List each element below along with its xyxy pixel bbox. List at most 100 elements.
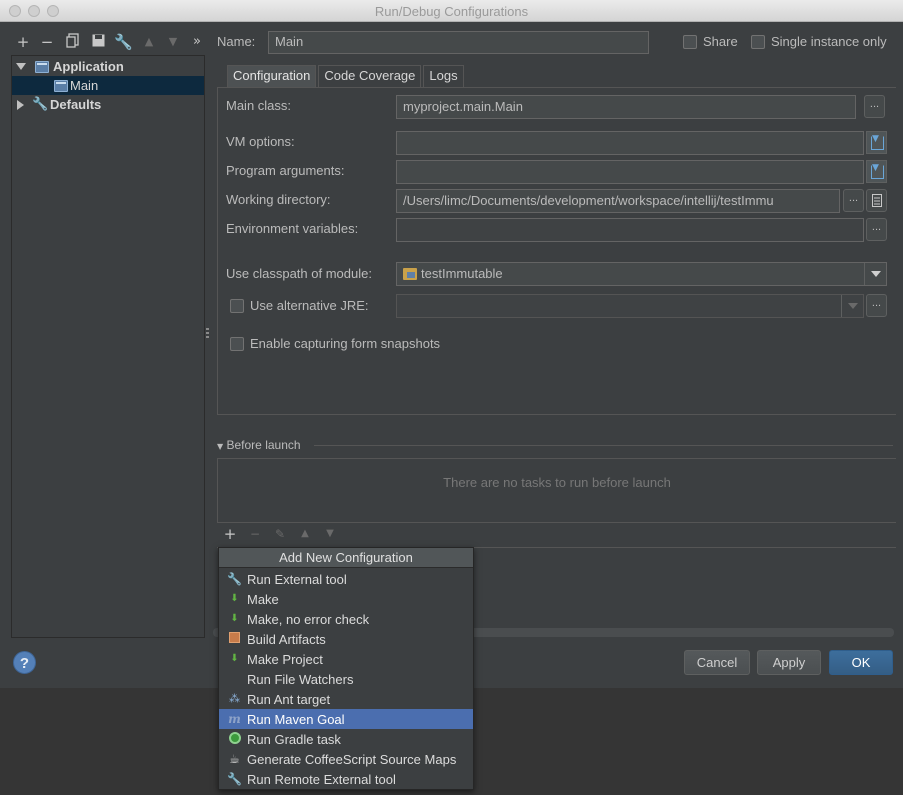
- title-bar: Run/Debug Configurations: [0, 0, 903, 22]
- classpath-label: Use classpath of module:: [226, 266, 372, 281]
- tree-item-defaults[interactable]: 🔧 Defaults: [12, 95, 204, 114]
- snapshots-label: Enable capturing form snapshots: [250, 336, 441, 351]
- working-dir-label: Working directory:: [226, 192, 331, 207]
- vm-options-input[interactable]: [396, 131, 864, 155]
- coffee-icon: ☕: [229, 752, 240, 766]
- before-launch-header[interactable]: ▼ Before launch: [217, 438, 301, 452]
- more-actions-button[interactable]: »: [188, 33, 206, 51]
- edit-task-button[interactable]: ✎: [272, 526, 288, 542]
- collapse-arrow-icon[interactable]: [17, 99, 24, 110]
- popup-item-run-remote-external-tool[interactable]: 🔧 Run Remote External tool: [219, 769, 473, 789]
- copy-configuration-button[interactable]: [64, 33, 82, 51]
- remove-configuration-button[interactable]: −: [38, 33, 56, 51]
- help-button[interactable]: ?: [13, 651, 36, 674]
- remove-task-button[interactable]: −: [247, 526, 263, 542]
- cancel-button[interactable]: Cancel: [684, 650, 750, 675]
- ok-button[interactable]: OK: [829, 650, 893, 675]
- tab-code-coverage[interactable]: Code Coverage: [318, 65, 422, 87]
- popup-item-make[interactable]: ⬇ Make: [219, 589, 473, 609]
- classpath-module-value: testImmutable: [421, 266, 503, 281]
- save-icon: [92, 34, 104, 47]
- move-task-up-button[interactable]: ▲: [297, 526, 313, 542]
- program-args-expand-button[interactable]: [866, 160, 887, 183]
- application-icon: [54, 79, 68, 92]
- popup-item-run-gradle-task[interactable]: Run Gradle task: [219, 729, 473, 749]
- configuration-tree: Application Main 🔧 Defaults: [11, 55, 205, 638]
- single-instance-checkbox[interactable]: [751, 35, 765, 49]
- arrow-down-icon: ▼: [168, 35, 178, 48]
- tree-item-label: Main: [70, 78, 99, 93]
- working-dir-input[interactable]: /Users/limc/Documents/development/worksp…: [396, 189, 840, 213]
- popup-item-run-external-tool[interactable]: 🔧 Run External tool: [219, 569, 473, 589]
- arrow-up-icon: ▲: [144, 35, 154, 48]
- main-class-input[interactable]: myproject.main.Main: [396, 95, 856, 119]
- env-vars-browse-button[interactable]: ...: [866, 218, 887, 241]
- apply-button[interactable]: Apply: [757, 650, 821, 675]
- popup-item-run-file-watchers[interactable]: Run File Watchers: [219, 669, 473, 689]
- empty-tasks-text: There are no tasks to run before launch: [443, 475, 671, 490]
- add-new-configuration-popup: Add New Configuration 🔧 Run External too…: [218, 547, 474, 790]
- popup-item-label: Make: [247, 592, 279, 607]
- popup-item-label: Run Ant target: [247, 692, 331, 707]
- gradle-icon: [227, 732, 242, 746]
- alt-jre-label: Use alternative JRE:: [250, 298, 369, 313]
- share-label: Share: [703, 34, 738, 49]
- arrow-up-icon: ▲: [301, 528, 309, 539]
- program-args-label: Program arguments:: [226, 163, 345, 178]
- classpath-module-select[interactable]: testImmutable: [396, 262, 887, 286]
- popup-item-label: Run Remote External tool: [247, 772, 396, 787]
- vm-options-expand-button[interactable]: [866, 131, 887, 154]
- env-vars-input[interactable]: [396, 218, 864, 242]
- alt-jre-select[interactable]: [396, 294, 864, 318]
- tree-item-main[interactable]: Main: [12, 76, 204, 95]
- popup-item-label: Build Artifacts: [247, 632, 326, 647]
- before-launch-title: Before launch: [226, 438, 301, 452]
- popup-title: Add New Configuration: [219, 548, 473, 568]
- name-input[interactable]: Main: [268, 31, 649, 54]
- working-dir-macro-button[interactable]: [866, 189, 887, 212]
- save-configuration-button[interactable]: [89, 33, 107, 51]
- program-args-input[interactable]: [396, 160, 864, 184]
- move-task-down-button[interactable]: ▼: [322, 526, 338, 542]
- working-dir-browse-button[interactable]: ...: [843, 189, 864, 212]
- move-down-button[interactable]: ▼: [164, 33, 182, 51]
- add-task-button[interactable]: +: [222, 526, 238, 542]
- ant-icon: ⁂: [229, 692, 240, 705]
- main-class-label: Main class:: [226, 98, 292, 113]
- chevron-down-icon[interactable]: [841, 295, 863, 317]
- move-up-button[interactable]: ▲: [140, 33, 158, 51]
- popup-item-make-project[interactable]: ⬇ Make Project: [219, 649, 473, 669]
- divider: [314, 445, 893, 446]
- maven-icon: m: [228, 712, 241, 726]
- expand-arrow-icon[interactable]: [16, 63, 26, 70]
- popup-item-run-ant-target[interactable]: ⁂ Run Ant target: [219, 689, 473, 709]
- pencil-icon: ✎: [274, 527, 286, 541]
- popup-item-label: Generate CoffeeScript Source Maps: [247, 752, 457, 767]
- alt-jre-browse-button[interactable]: ...: [866, 294, 887, 317]
- splitter-handle[interactable]: [206, 328, 209, 340]
- wrench-icon: 🔧: [227, 572, 242, 586]
- tab-logs[interactable]: Logs: [423, 65, 464, 87]
- snapshots-checkbox[interactable]: [230, 337, 244, 351]
- make-icon: ⬇: [230, 613, 239, 624]
- popup-item-run-maven-goal[interactable]: m Run Maven Goal: [219, 709, 473, 729]
- alt-jre-checkbox[interactable]: [230, 299, 244, 313]
- popup-item-generate-coffeescript-maps[interactable]: ☕ Generate CoffeeScript Source Maps: [219, 749, 473, 769]
- add-configuration-button[interactable]: +: [14, 33, 32, 51]
- tab-configuration[interactable]: Configuration: [227, 65, 317, 87]
- chevron-down-icon[interactable]: [864, 263, 886, 285]
- artifact-icon: [227, 632, 242, 646]
- popup-item-label: Make, no error check: [247, 612, 370, 627]
- popup-item-make-no-error-check[interactable]: ⬇ Make, no error check: [219, 609, 473, 629]
- env-vars-label: Environment variables:: [226, 221, 359, 236]
- popup-item-build-artifacts[interactable]: Build Artifacts: [219, 629, 473, 649]
- popup-item-label: Run Maven Goal: [247, 712, 345, 727]
- share-checkbox[interactable]: [683, 35, 697, 49]
- main-class-browse-button[interactable]: ...: [864, 95, 885, 118]
- module-folder-icon: [403, 268, 417, 280]
- tree-item-application[interactable]: Application: [12, 57, 204, 76]
- tree-item-label: Defaults: [50, 97, 102, 112]
- edit-defaults-button[interactable]: 🔧: [114, 33, 133, 51]
- arrow-down-icon: ▼: [326, 528, 334, 539]
- popup-item-label: Run External tool: [247, 572, 347, 587]
